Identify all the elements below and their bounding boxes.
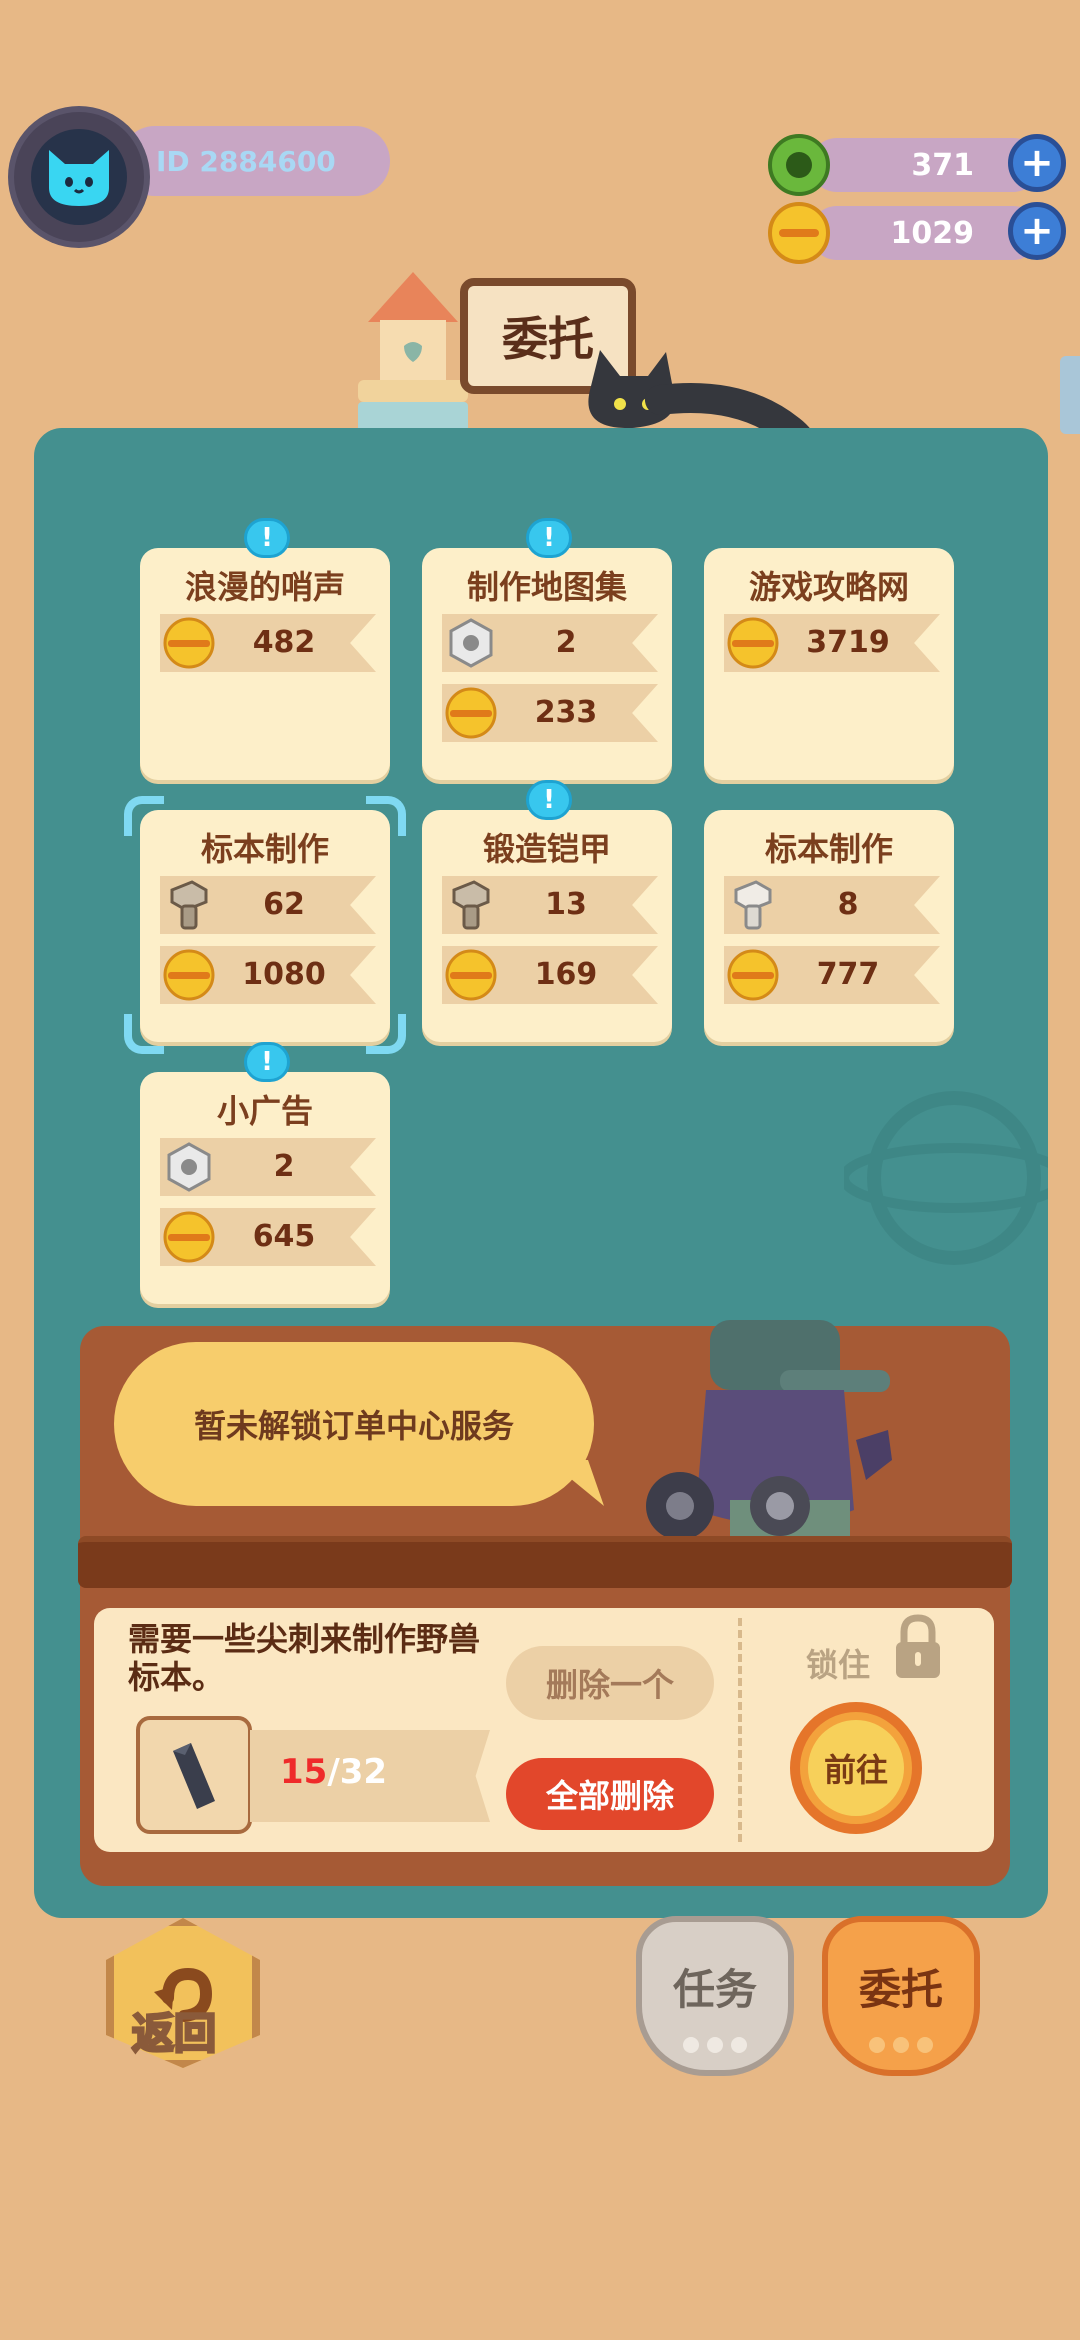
tab-tasks[interactable]: 任务 xyxy=(636,1916,794,2076)
avatar[interactable] xyxy=(14,112,144,242)
reward-row: 645 xyxy=(160,1208,376,1266)
dashed-divider xyxy=(738,1618,742,1842)
delete-one-button[interactable]: 删除一个 xyxy=(506,1646,714,1720)
card-title: 标本制作 xyxy=(200,830,329,868)
selection-corner xyxy=(124,796,164,836)
reward-row: 13 xyxy=(442,876,658,934)
nut-icon xyxy=(444,616,498,670)
speech-tail xyxy=(548,1460,604,1506)
reward-value: 2 xyxy=(273,1149,295,1184)
coin-icon xyxy=(726,948,780,1002)
reward-row: 62 xyxy=(160,876,376,934)
coin-count: 1029 xyxy=(890,215,975,251)
reward-value: 169 xyxy=(534,957,598,992)
commission-card[interactable]: 锻造铠甲 13 169 xyxy=(422,810,672,1042)
add-coins-button[interactable]: + xyxy=(1008,202,1066,260)
alert-badge-icon: ! xyxy=(244,1042,290,1082)
coin-icon xyxy=(162,616,216,670)
coin-icon xyxy=(768,202,830,264)
card-title: 浪漫的哨声 xyxy=(184,568,345,606)
speech-text: 暂未解锁订单中心服务 xyxy=(193,1407,514,1445)
bolt-icon xyxy=(444,878,498,932)
reward-value: 233 xyxy=(534,695,598,730)
alert-badge-icon: ! xyxy=(526,780,572,820)
progress-separator: / xyxy=(327,1752,340,1792)
card-title: 游戏攻略网 xyxy=(748,568,909,606)
cat-avatar-icon xyxy=(49,150,109,206)
reward-value: 645 xyxy=(252,1219,316,1254)
gem-counter: 371 xyxy=(810,138,1040,192)
side-menu-tab[interactable] xyxy=(1060,356,1080,434)
selection-corner xyxy=(366,796,406,836)
progress-current: 15 xyxy=(280,1752,328,1792)
commission-card-selected[interactable]: 标本制作 62 1080 xyxy=(140,810,390,1042)
reward-row: 233 xyxy=(442,684,658,742)
reward-row: 3719 xyxy=(724,614,940,672)
player-id-pill[interactable]: ID 2884600 xyxy=(120,126,390,196)
commission-card[interactable]: 制作地图集 2 233 xyxy=(422,548,672,780)
go-label: 前往 xyxy=(823,1751,888,1789)
gem-count: 371 xyxy=(911,147,974,183)
progress-total: 32 xyxy=(339,1752,388,1792)
reward-value: 482 xyxy=(252,625,316,660)
bolt-icon xyxy=(726,878,780,932)
back-label: 返回 xyxy=(130,2008,217,2060)
paw-icon xyxy=(869,2037,933,2053)
tab-commission[interactable]: 委托 xyxy=(822,1916,980,2076)
coin-icon xyxy=(162,1210,216,1264)
add-gems-button[interactable]: + xyxy=(1008,134,1066,192)
alert-badge-icon: ! xyxy=(526,518,572,558)
player-id: ID 2884600 xyxy=(156,144,336,178)
selection-corner xyxy=(366,1014,406,1054)
lock-icon xyxy=(896,1614,940,1678)
shelf-divider xyxy=(78,1536,1012,1588)
spike-icon xyxy=(173,1743,215,1809)
reward-row: 2 xyxy=(160,1138,376,1196)
alert-badge-icon: ! xyxy=(244,518,290,558)
coin-icon xyxy=(162,948,216,1002)
commission-card[interactable]: 标本制作 8 777 xyxy=(704,810,954,1042)
order-description: 需要一些尖刺来制作野兽标本。 xyxy=(128,1620,481,1696)
card-title: 小广告 xyxy=(216,1092,313,1130)
lock-label: 锁住 xyxy=(806,1646,871,1684)
delete-all-button[interactable]: 全部删除 xyxy=(506,1758,714,1830)
reward-value: 62 xyxy=(263,887,305,922)
reward-row: 2 xyxy=(442,614,658,672)
selection-corner xyxy=(124,1014,164,1054)
card-title: 锻造铠甲 xyxy=(482,830,611,868)
reward-row: 8 xyxy=(724,876,940,934)
planet-decoration-icon xyxy=(844,1091,1048,1265)
commission-card[interactable]: 小广告 2 645 xyxy=(140,1072,390,1304)
bolt-icon xyxy=(162,878,216,932)
reward-value: 1080 xyxy=(242,957,326,992)
reward-value: 3719 xyxy=(806,625,890,660)
reward-value: 13 xyxy=(545,887,587,922)
paw-icon xyxy=(683,2037,747,2053)
coin-icon xyxy=(726,616,780,670)
reward-value: 777 xyxy=(816,957,880,992)
coin-icon xyxy=(444,686,498,740)
tab-tasks-label: 任务 xyxy=(672,1965,757,2014)
speech-bubble: 暂未解锁订单中心服务 xyxy=(114,1342,594,1506)
go-button[interactable]: 前往 xyxy=(790,1702,922,1834)
item-slot xyxy=(136,1716,252,1834)
card-title: 标本制作 xyxy=(764,830,893,868)
reward-value: 8 xyxy=(837,887,859,922)
reward-row: 482 xyxy=(160,614,376,672)
tab-commission-label: 委托 xyxy=(858,1965,943,2014)
mechanic-cat-icon xyxy=(646,1320,892,1540)
coin-counter: 1029 xyxy=(810,206,1040,260)
reward-row: 169 xyxy=(442,946,658,1004)
gem-icon xyxy=(768,134,830,196)
nut-icon xyxy=(162,1140,216,1194)
reward-row: 1080 xyxy=(160,946,376,1004)
card-title: 制作地图集 xyxy=(466,568,627,606)
reward-value: 2 xyxy=(555,625,577,660)
commission-card[interactable]: 游戏攻略网 3719 xyxy=(704,548,954,780)
coin-icon xyxy=(444,948,498,1002)
reward-row: 777 xyxy=(724,946,940,1004)
progress-count: 15/32 xyxy=(280,1752,387,1792)
house-icon xyxy=(358,272,468,432)
commission-card[interactable]: 浪漫的哨声 482 xyxy=(140,548,390,780)
